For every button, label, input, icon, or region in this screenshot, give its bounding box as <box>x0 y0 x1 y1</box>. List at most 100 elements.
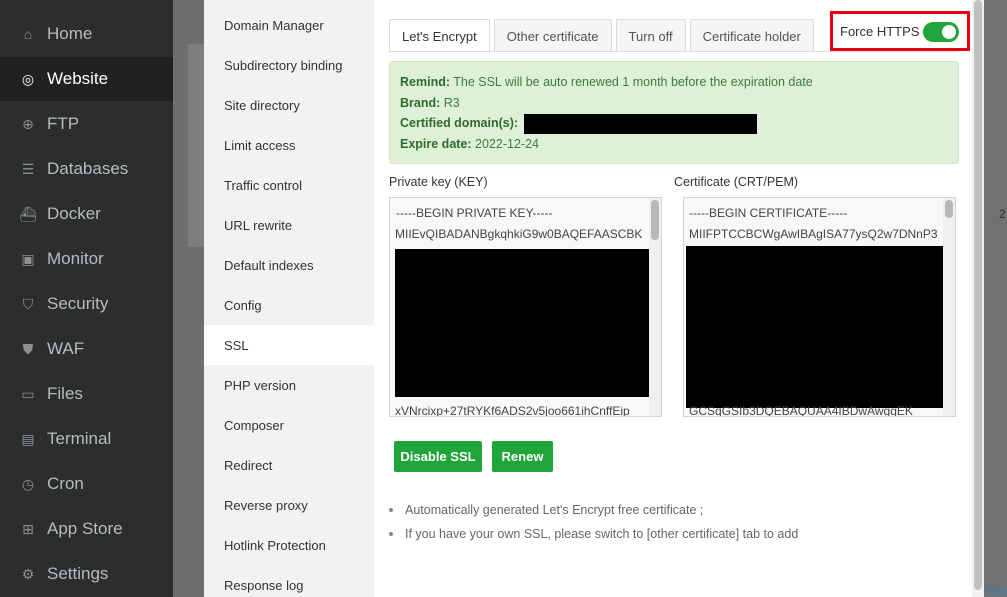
sidebar-item-monitor[interactable]: ▣ Monitor <box>0 237 173 281</box>
modal-nav-item-limit-access[interactable]: Limit access <box>204 125 374 165</box>
terminal-icon: ▤ <box>21 430 35 447</box>
grid-icon: ⊞ <box>22 520 34 537</box>
sidebar-item-label: Website <box>47 69 109 88</box>
sidebar-item-files[interactable]: ▭ Files <box>0 372 173 416</box>
sidebar-item-label: WAF <box>47 339 85 358</box>
clock-icon: ◷ <box>21 475 35 492</box>
cert-scrollbar[interactable] <box>943 198 955 416</box>
redacted-domains <box>523 113 757 134</box>
redacted-key <box>395 249 650 397</box>
sidebar-item-label: Docker <box>47 204 101 223</box>
docker-icon: ⛴ <box>19 205 37 222</box>
sidebar-item-app-store[interactable]: ⊞ App Store <box>0 507 173 551</box>
bullet-icon <box>389 508 393 512</box>
sidebar-item-ftp[interactable]: ⊕ FTP <box>0 102 173 146</box>
tab-turn-off[interactable]: Turn off <box>615 19 686 52</box>
ssl-tips: Automatically generated Let's Encrypt fr… <box>389 498 798 546</box>
force-https-label: Force HTTPS <box>840 23 920 39</box>
certificate-textarea[interactable]: -----BEGIN CERTIFICATE----- MIIFPTCCBCWg… <box>683 197 956 417</box>
brand-value: R3 <box>443 95 460 110</box>
sidebar-item-databases[interactable]: ☰ Databases <box>0 147 173 191</box>
key-scroll-thumb[interactable] <box>651 200 659 240</box>
monitor-icon: ▣ <box>21 250 35 267</box>
site-settings-modal: Domain Manager Subdirectory binding Site d… <box>204 0 972 597</box>
expire-row: Expire date: 2022-12-24 <box>400 134 948 155</box>
sidebar-item-label: Files <box>47 384 83 403</box>
modal-nav-item-reverse-proxy[interactable]: Reverse proxy <box>204 485 374 525</box>
sidebar-item-website[interactable]: ◎ Website <box>0 57 173 101</box>
modal-scroll-thumb[interactable] <box>974 0 982 590</box>
certificate-label: Certificate (CRT/PEM) <box>674 175 799 189</box>
modal-nav-item-url-rewrite[interactable]: URL rewrite <box>204 205 374 245</box>
sidebar-item-label: Cron <box>47 474 84 493</box>
shield-icon: ⛉ <box>22 295 34 312</box>
ssl-tabs: Let's Encrypt Other certificate Turn off… <box>389 19 818 53</box>
ftp-icon: ⊕ <box>22 115 34 132</box>
sidebar-item-docker[interactable]: ⛴ Docker <box>0 192 173 236</box>
remind-label: Remind: <box>400 75 450 89</box>
remind-text: The SSL will be auto renewed 1 month bef… <box>453 75 813 89</box>
sidebar-item-cron[interactable]: ◷ Cron <box>0 462 173 506</box>
main-sidebar: ⌂ Home ◎ Website ⊕ FTP ☰ Databases ⛴ Docker ▣ Monit… <box>0 0 173 597</box>
modal-nav-item-hotlink-protection[interactable]: Hotlink Protection <box>204 525 374 565</box>
tip-text: If you have your own SSL, please switch … <box>405 527 799 541</box>
database-icon: ☰ <box>21 160 35 177</box>
sidebar-item-label: Settings <box>47 564 109 583</box>
remind-row: Remind: The SSL will be auto renewed 1 m… <box>400 72 948 93</box>
expire-value: 2022-12-24 <box>475 136 539 151</box>
modal-nav-item-traffic-control[interactable]: Traffic control <box>204 165 374 205</box>
background-footer-link[interactable]: Foru <box>982 584 1007 597</box>
modal-nav-item-ssl[interactable]: SSL <box>204 325 374 365</box>
sidebar-item-settings[interactable]: ⚙ Settings <box>0 552 173 596</box>
tip-text: Automatically generated Let's Encrypt fr… <box>405 503 704 517</box>
cert-last-line: GCSqGSIb3DQEBAQUAA4IBDwAwggEK <box>689 404 913 417</box>
modal-nav-item-domain-manager[interactable]: Domain Manager <box>204 5 374 45</box>
sidebar-item-security[interactable]: ⛉ Security <box>0 282 173 326</box>
force-https-toggle[interactable] <box>923 22 959 42</box>
modal-nav-item-site-directory[interactable]: Site directory <box>204 85 374 125</box>
sidebar-item-terminal[interactable]: ▤ Terminal <box>0 417 173 461</box>
key-line-2: MIIEvQIBADANBgkqhkiG9w0BAQEFAASCBK <box>395 227 643 241</box>
tab-other-certificate[interactable]: Other certificate <box>493 19 612 52</box>
sidebar-item-label: Home <box>47 24 93 43</box>
ssl-info-box: Remind: The SSL will be auto renewed 1 m… <box>389 61 959 164</box>
modal-nav-item-default-indexes[interactable]: Default indexes <box>204 245 374 285</box>
modal-nav-item-response-log[interactable]: Response log <box>204 565 374 597</box>
disable-ssl-button[interactable]: Disable SSL <box>394 441 482 472</box>
domains-label: Certified domain(s): <box>400 116 519 130</box>
sidebar-item-label: Terminal <box>47 429 112 448</box>
gear-icon: ⚙ <box>21 565 35 582</box>
sidebar-item-label: Security <box>47 294 109 313</box>
cert-scroll-thumb[interactable] <box>945 200 953 218</box>
renew-button[interactable]: Renew <box>492 441 553 472</box>
sidebar-item-label: FTP <box>47 114 80 133</box>
modal-nav-item-config[interactable]: Config <box>204 285 374 325</box>
cert-line-1: -----BEGIN CERTIFICATE----- <box>689 206 848 220</box>
modal-nav-item-composer[interactable]: Composer <box>204 405 374 445</box>
ssl-panel: Let's Encrypt Other certificate Turn off… <box>374 0 972 597</box>
modal-nav-item-redirect[interactable]: Redirect <box>204 445 374 485</box>
bullet-icon <box>389 532 393 536</box>
modal-nav-item-subdirectory-binding[interactable]: Subdirectory binding <box>204 45 374 85</box>
key-last-line: xVNrcixp+27tRYKf6ADS2v5joo661ihCnffEip <box>395 404 630 417</box>
modal-nav-item-php-version[interactable]: PHP version <box>204 365 374 405</box>
private-key-textarea[interactable]: -----BEGIN PRIVATE KEY----- MIIEvQIBADAN… <box>389 197 662 417</box>
background-number: 2 <box>999 207 1006 221</box>
tab-lets-encrypt[interactable]: Let's Encrypt <box>389 19 490 53</box>
sidebar-item-label: Monitor <box>47 249 104 268</box>
globe-icon: ◎ <box>21 70 35 87</box>
tabs-divider <box>389 51 959 52</box>
tip-item: Automatically generated Let's Encrypt fr… <box>389 498 798 522</box>
redacted-certificate <box>686 246 944 408</box>
folder-icon: ▭ <box>21 385 35 402</box>
key-scrollbar[interactable] <box>649 198 661 416</box>
tab-certificate-holder[interactable]: Certificate holder <box>689 19 814 52</box>
waf-shield-icon: ⛊ <box>22 340 34 357</box>
sidebar-item-waf[interactable]: ⛊ WAF <box>0 327 173 371</box>
sidebar-item-label: Databases <box>47 159 129 178</box>
sidebar-item-home[interactable]: ⌂ Home <box>0 12 173 56</box>
modal-scrollbar[interactable] <box>972 0 984 597</box>
key-line-1: -----BEGIN PRIVATE KEY----- <box>396 206 553 220</box>
toggle-knob <box>942 25 956 39</box>
cert-line-2: MIIFPTCCBCWgAwIBAgISA77ysQ2w7DNnP3 <box>689 227 938 241</box>
